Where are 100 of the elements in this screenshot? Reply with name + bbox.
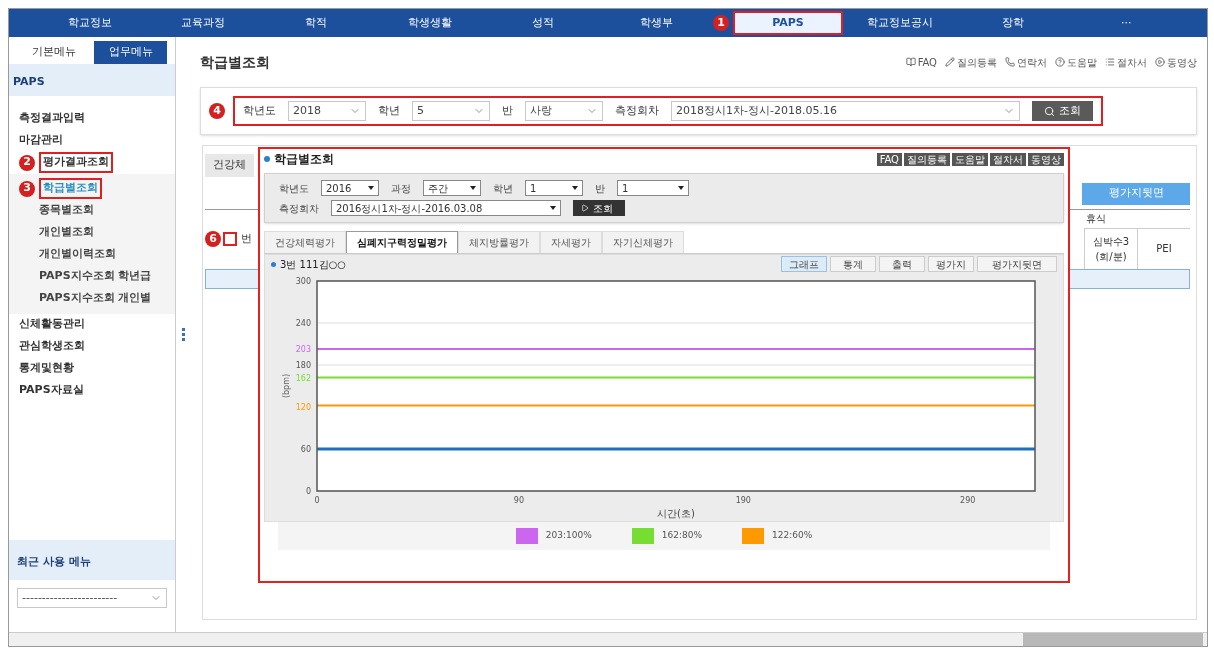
sidebar-submenu-item[interactable]: 개인별조회 [39,224,94,241]
toolbar-button[interactable]: 절차서 [990,152,1026,166]
sidebar-submenu-item[interactable]: 개인별이력조회 [39,246,116,263]
view-button[interactable]: 통계 [830,256,876,272]
help-link[interactable]: 도움말 [1055,54,1097,70]
link-icon [945,57,955,67]
filter-label: 학년도 [243,102,276,119]
nav-menu-item[interactable]: 장학 [993,11,1032,35]
sidebar-tab[interactable]: 업무메뉴 [94,41,167,64]
select-field[interactable]: 1 [525,180,583,196]
filter-label: 반 [595,181,605,196]
nav-menu-item[interactable]: 교육과정 [173,11,233,35]
nav-menu-item[interactable]: ··· [1113,11,1140,35]
view-button[interactable]: 평가지뒷면 [977,256,1057,272]
select-field[interactable]: 1 [617,180,689,196]
sidebar-submenu-item[interactable]: PAPS지수조회 개인별 [39,290,152,307]
step-number-badge: 6 [205,231,221,247]
filter-label: 측정회차 [279,201,319,216]
axis-tick-label: 203 [295,344,311,354]
resize-handle-icon[interactable] [181,328,185,341]
link-icon [1155,57,1165,67]
nav-menu-item[interactable]: 학교정보 [59,11,120,35]
sidebar-submenu-item[interactable]: 종목별조회 [39,202,94,219]
step-number-badge: 4 [209,103,225,119]
legend-label: 122:60% [771,529,813,543]
view-button[interactable]: 그래프 [781,256,827,272]
legend-label: 162:80% [661,529,702,543]
toolbar-button[interactable]: 동영상 [1028,152,1064,166]
student-label: 3번 111김○○ [280,257,347,272]
axis-tick-label: 240 [295,319,311,328]
select-field[interactable]: 2018 [288,101,366,121]
toolbar-button[interactable]: 질의등록 [904,152,950,166]
search-button[interactable]: 조회 [1032,101,1093,121]
sidebar-menu-item[interactable]: PAPS자료실 [19,382,84,399]
help-link[interactable]: 절차서 [1105,54,1147,70]
sidebar-menu-item[interactable]: 측정결과입력 [19,110,85,127]
toolbar-button[interactable]: 도움말 [952,152,988,166]
nav-menu-item[interactable]: PAPS [732,11,843,35]
filter-label: 학년 [493,181,513,196]
link-icon [1105,57,1115,67]
axis-title: (bpm) [282,373,291,399]
axis-tick-label: 190 [735,496,751,505]
sidebar-menu-item[interactable]: 신체활동관리 [19,316,85,333]
recent-menu-title: 최근 사용 메뉴 [17,555,91,568]
nav-menu-item[interactable]: 학적 [297,11,336,35]
nav-menu-item[interactable]: 학생부 [631,11,681,35]
step-number-badge: 2 [19,154,35,171]
popup-tab[interactable]: 자세평가 [540,231,602,253]
select-field[interactable]: 2018정시1차-정시-2018.05.16 [671,101,1020,121]
popup-tab[interactable]: 체지방률평가 [458,231,540,253]
popup-tab[interactable]: 자기신체평가 [602,231,684,253]
help-link[interactable]: 동영상 [1155,54,1197,70]
legend-label: 203:100% [545,529,592,543]
view-button[interactable]: 출력 [879,256,925,272]
sidebar-menu-item[interactable]: 평가결과조회 [39,152,113,173]
bullet-icon [271,261,276,267]
recent-menu-select[interactable]: ------------------------ [17,588,167,608]
sidebar-menu-item[interactable]: 관심학생조회 [19,338,85,355]
step-number-badge: 3 [19,180,35,197]
sidebar-section-title: PAPS [13,74,45,88]
column-header: PEI [1137,228,1190,269]
toolbar-button[interactable]: FAQ [876,152,902,166]
help-link[interactable]: 질의등록 [945,54,997,70]
select-field[interactable]: 5 [412,101,490,121]
search-button[interactable]: 조회 [573,200,625,216]
sidebar-tab[interactable]: 기본메뉴 [17,41,90,64]
select-all-checkbox[interactable] [223,232,237,246]
axis-tick-label: 90 [513,496,525,505]
sidebar-menu-item[interactable]: 통계및현황 [19,360,74,377]
page-title: 학급별조회 [200,52,270,72]
sidebar-submenu-item[interactable]: PAPS지수조회 학년급 [39,268,152,285]
column-header: 심박수3 (회/분) [1084,228,1137,269]
help-link[interactable]: 연락처 [1005,54,1047,70]
caret-icon [550,206,556,210]
select-field[interactable]: 사랑 [525,101,603,121]
axis-tick-label: 290 [960,496,976,505]
filter-label: 학년 [378,102,400,119]
scrollbar-thumb[interactable] [1023,633,1203,646]
axis-tick-label: 0 [314,496,320,505]
filter-label: 측정회차 [615,102,659,119]
bullet-icon [264,156,270,162]
search-icon [1044,105,1055,117]
help-link[interactable]: FAQ [905,54,937,70]
nav-menu-item[interactable]: 학교정보공시 [858,11,941,35]
filter-label: 학년도 [279,181,309,196]
popup-tab[interactable]: 심폐지구력정밀평가 [346,231,458,253]
nav-menu-item[interactable]: 학생생활 [399,11,460,35]
axis-tick-label: 300 [295,277,311,286]
axis-tick-label: 0 [305,487,311,496]
nav-menu-item[interactable]: 성적 [523,11,562,35]
axis-tick-label: 120 [295,403,311,412]
select-field[interactable]: 2016 [321,180,379,196]
sidebar-menu-item[interactable]: 마감관리 [19,132,63,149]
select-field[interactable]: 2016정시1차-정시-2016.03.08 [331,200,561,216]
select-field[interactable]: 주간 [423,180,481,196]
caret-icon [572,186,578,190]
tab[interactable]: 건강체 [205,154,254,177]
view-button[interactable]: 평가지 [928,256,974,272]
caret-icon [470,186,476,190]
popup-tab[interactable]: 건강체력평가 [264,231,346,253]
